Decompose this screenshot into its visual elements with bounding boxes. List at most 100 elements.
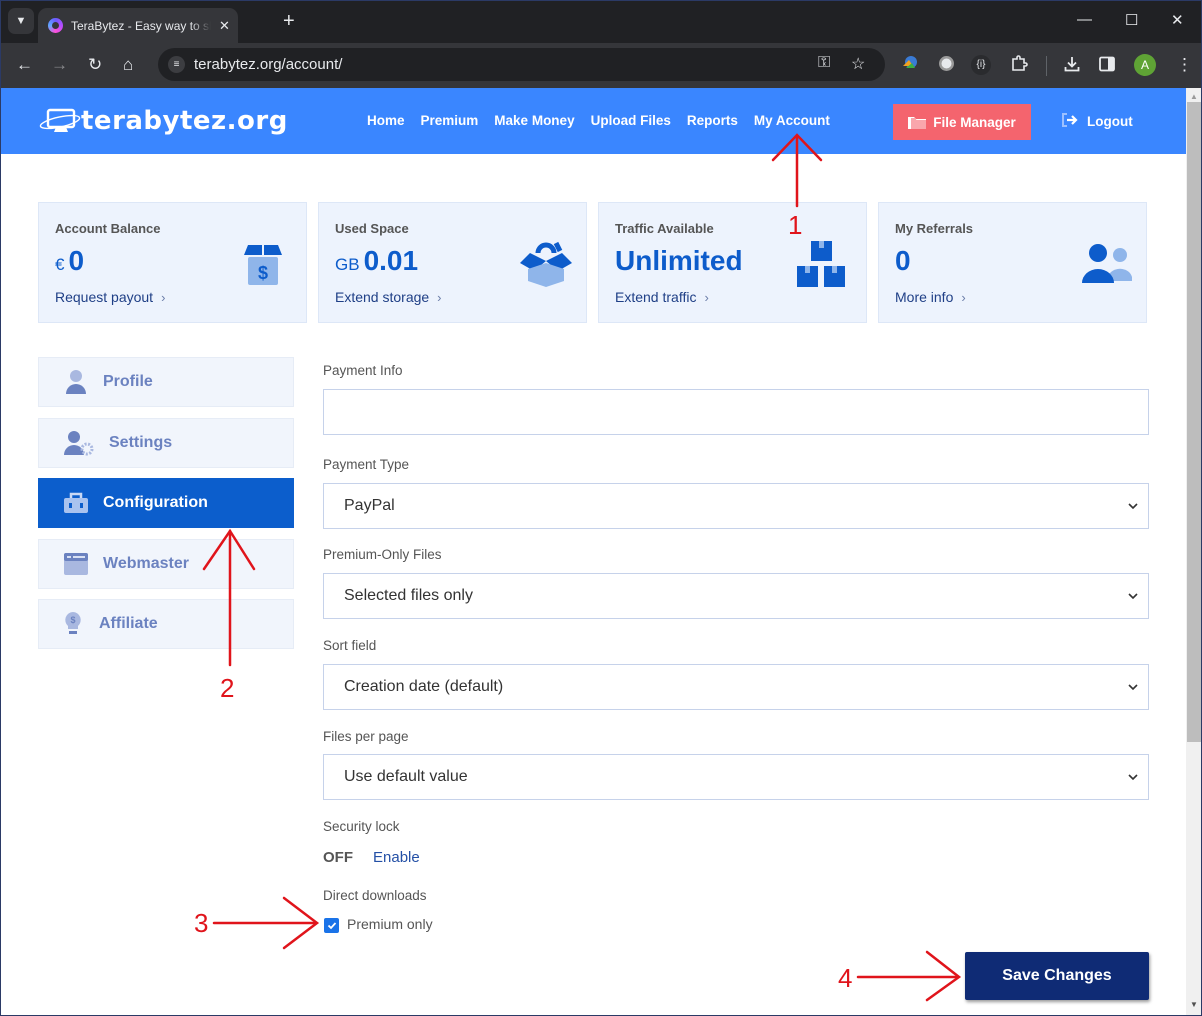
main-nav: Home Premium Make Money Upload Files Rep… [367,113,830,128]
logout-label: Logout [1087,114,1133,129]
chevron-down-icon: ▼ [15,15,27,27]
more-info-link[interactable]: More info › [895,289,966,305]
browser-toolbar: ← → ↻ ⌂ ≡ terabytez.org/account/ ⚿ ☆ {i}… [1,43,1201,88]
security-lock-enable-link[interactable]: Enable [373,849,420,866]
security-lock-status: OFF [323,849,353,866]
sidebar-item-affiliate[interactable]: $ Affiliate [38,599,294,649]
logo-text: terabytez.org [81,106,288,136]
home-icon[interactable]: ⌂ [123,55,133,75]
side-panel-icon[interactable] [1098,55,1116,78]
maximize-button[interactable]: ☐ [1125,11,1138,29]
stat-card-account-balance: Account Balance €0 Request payout › $ [38,202,307,323]
lightbulb-dollar-icon: $ [63,611,83,637]
tune-icon[interactable]: ≡ [168,56,185,73]
checkmark-icon [327,917,337,935]
reload-icon[interactable]: ↻ [88,55,102,75]
browser-window-icon [63,551,89,577]
scrollbar-thumb[interactable] [1187,102,1201,742]
key-icon[interactable]: ⚿ [818,54,830,72]
monitor-logo-icon [39,107,81,135]
sidebar-item-profile[interactable]: Profile [38,357,294,407]
nav-reports[interactable]: Reports [687,113,738,128]
close-icon[interactable]: ✕ [219,18,230,34]
json-viewer-icon[interactable]: {i} [971,55,991,75]
tab-search-button[interactable]: ▼ [8,8,34,34]
profile-avatar[interactable]: A [1134,54,1156,76]
sidebar-item-webmaster[interactable]: Webmaster [38,539,294,589]
minimize-icon: — [1077,11,1092,28]
scroll-down-arrow-icon[interactable]: ▼ [1190,1000,1198,1009]
payment-type-value: PayPal [344,497,395,514]
save-changes-button[interactable]: Save Changes [965,952,1149,1000]
arrow-left-icon[interactable]: ← [16,55,33,75]
sidebar-item-label: Webmaster [103,555,189,572]
svg-text:$: $ [258,263,268,283]
logout-link[interactable]: Logout [1061,113,1133,130]
payment-type-select[interactable]: PayPal [323,483,1149,529]
file-manager-button[interactable]: File Manager [893,104,1031,140]
card-unit: € [55,255,65,274]
sort-field-label: Sort field [323,638,377,653]
premium-only-label[interactable]: Premium only [347,916,433,932]
sort-field-select[interactable]: Creation date (default) [323,664,1149,710]
card-amount: 0.01 [363,245,419,276]
site-header: terabytez.org Home Premium Make Money Up… [1,88,1186,154]
card-title: Account Balance [55,221,161,236]
star-icon[interactable]: ☆ [851,54,865,74]
browser-tab[interactable]: TeraBytez - Easy way to share your files… [38,8,238,43]
nav-premium[interactable]: Premium [421,113,479,128]
nav-upload-files[interactable]: Upload Files [591,113,671,128]
extend-storage-link[interactable]: Extend storage › [335,289,442,305]
card-link-label: More info [895,289,954,305]
annotation-arrow-4 [856,950,962,1002]
url-text[interactable]: terabytez.org/account/ [194,56,342,73]
premium-only-files-select[interactable]: Selected files only [323,573,1149,619]
files-per-page-select[interactable]: Use default value [323,754,1149,800]
chevron-right-icon: › [437,289,442,305]
sidebar-item-configuration[interactable]: Configuration [38,478,294,528]
page-scrollbar[interactable]: ▲ ▼ [1186,88,1201,1015]
sidebar-item-label: Configuration [103,494,208,511]
chevron-right-icon: › [161,289,166,305]
minimize-button[interactable]: — [1077,11,1092,28]
sidebar-item-label: Settings [109,434,173,451]
card-link-label: Extend storage [335,289,430,305]
svg-text:$: $ [70,615,75,625]
annotation-arrow-3 [212,896,320,950]
chevron-down-icon [1128,588,1138,600]
extend-traffic-link[interactable]: Extend traffic › [615,289,709,305]
card-title: Traffic Available [615,221,714,236]
nav-my-account[interactable]: My Account [754,113,830,128]
money-box-icon: $ [236,241,290,289]
payment-info-label: Payment Info [323,363,403,378]
close-window-button[interactable]: ✕ [1171,11,1184,29]
puzzle-icon[interactable] [1010,55,1028,78]
download-icon[interactable] [1063,55,1081,78]
close-icon: ✕ [1171,12,1184,29]
folder-icon [908,115,927,129]
card-link-label: Request payout [55,289,154,305]
payment-info-input[interactable] [323,389,1149,435]
arrow-right-icon[interactable]: → [51,55,68,75]
stacked-boxes-icon [796,241,850,289]
title-bar: ▼ TeraBytez - Easy way to share your fil… [1,1,1201,43]
security-lock-label: Security lock [323,819,400,834]
toolbox-icon [63,490,89,516]
chevron-down-icon [1128,769,1138,781]
file-manager-label: File Manager [933,114,1016,130]
chevron-right-icon: › [704,289,709,305]
new-tab-button[interactable]: + [283,10,295,33]
request-payout-link[interactable]: Request payout › [55,289,165,305]
card-value: €0 [55,245,84,277]
premium-only-checkbox[interactable] [324,918,339,933]
sidebar-item-settings[interactable]: Settings [38,418,294,468]
nav-home[interactable]: Home [367,113,405,128]
scroll-up-arrow-icon[interactable]: ▲ [1190,92,1198,101]
card-title: My Referrals [895,221,974,236]
site-logo[interactable]: terabytez.org [39,106,288,136]
record-icon[interactable] [938,55,955,77]
idm-icon[interactable] [901,54,919,77]
kebab-menu-icon[interactable]: ⋮ [1176,55,1193,75]
address-bar[interactable]: ≡ terabytez.org/account/ ⚿ ☆ [158,48,885,81]
nav-make-money[interactable]: Make Money [494,113,574,128]
